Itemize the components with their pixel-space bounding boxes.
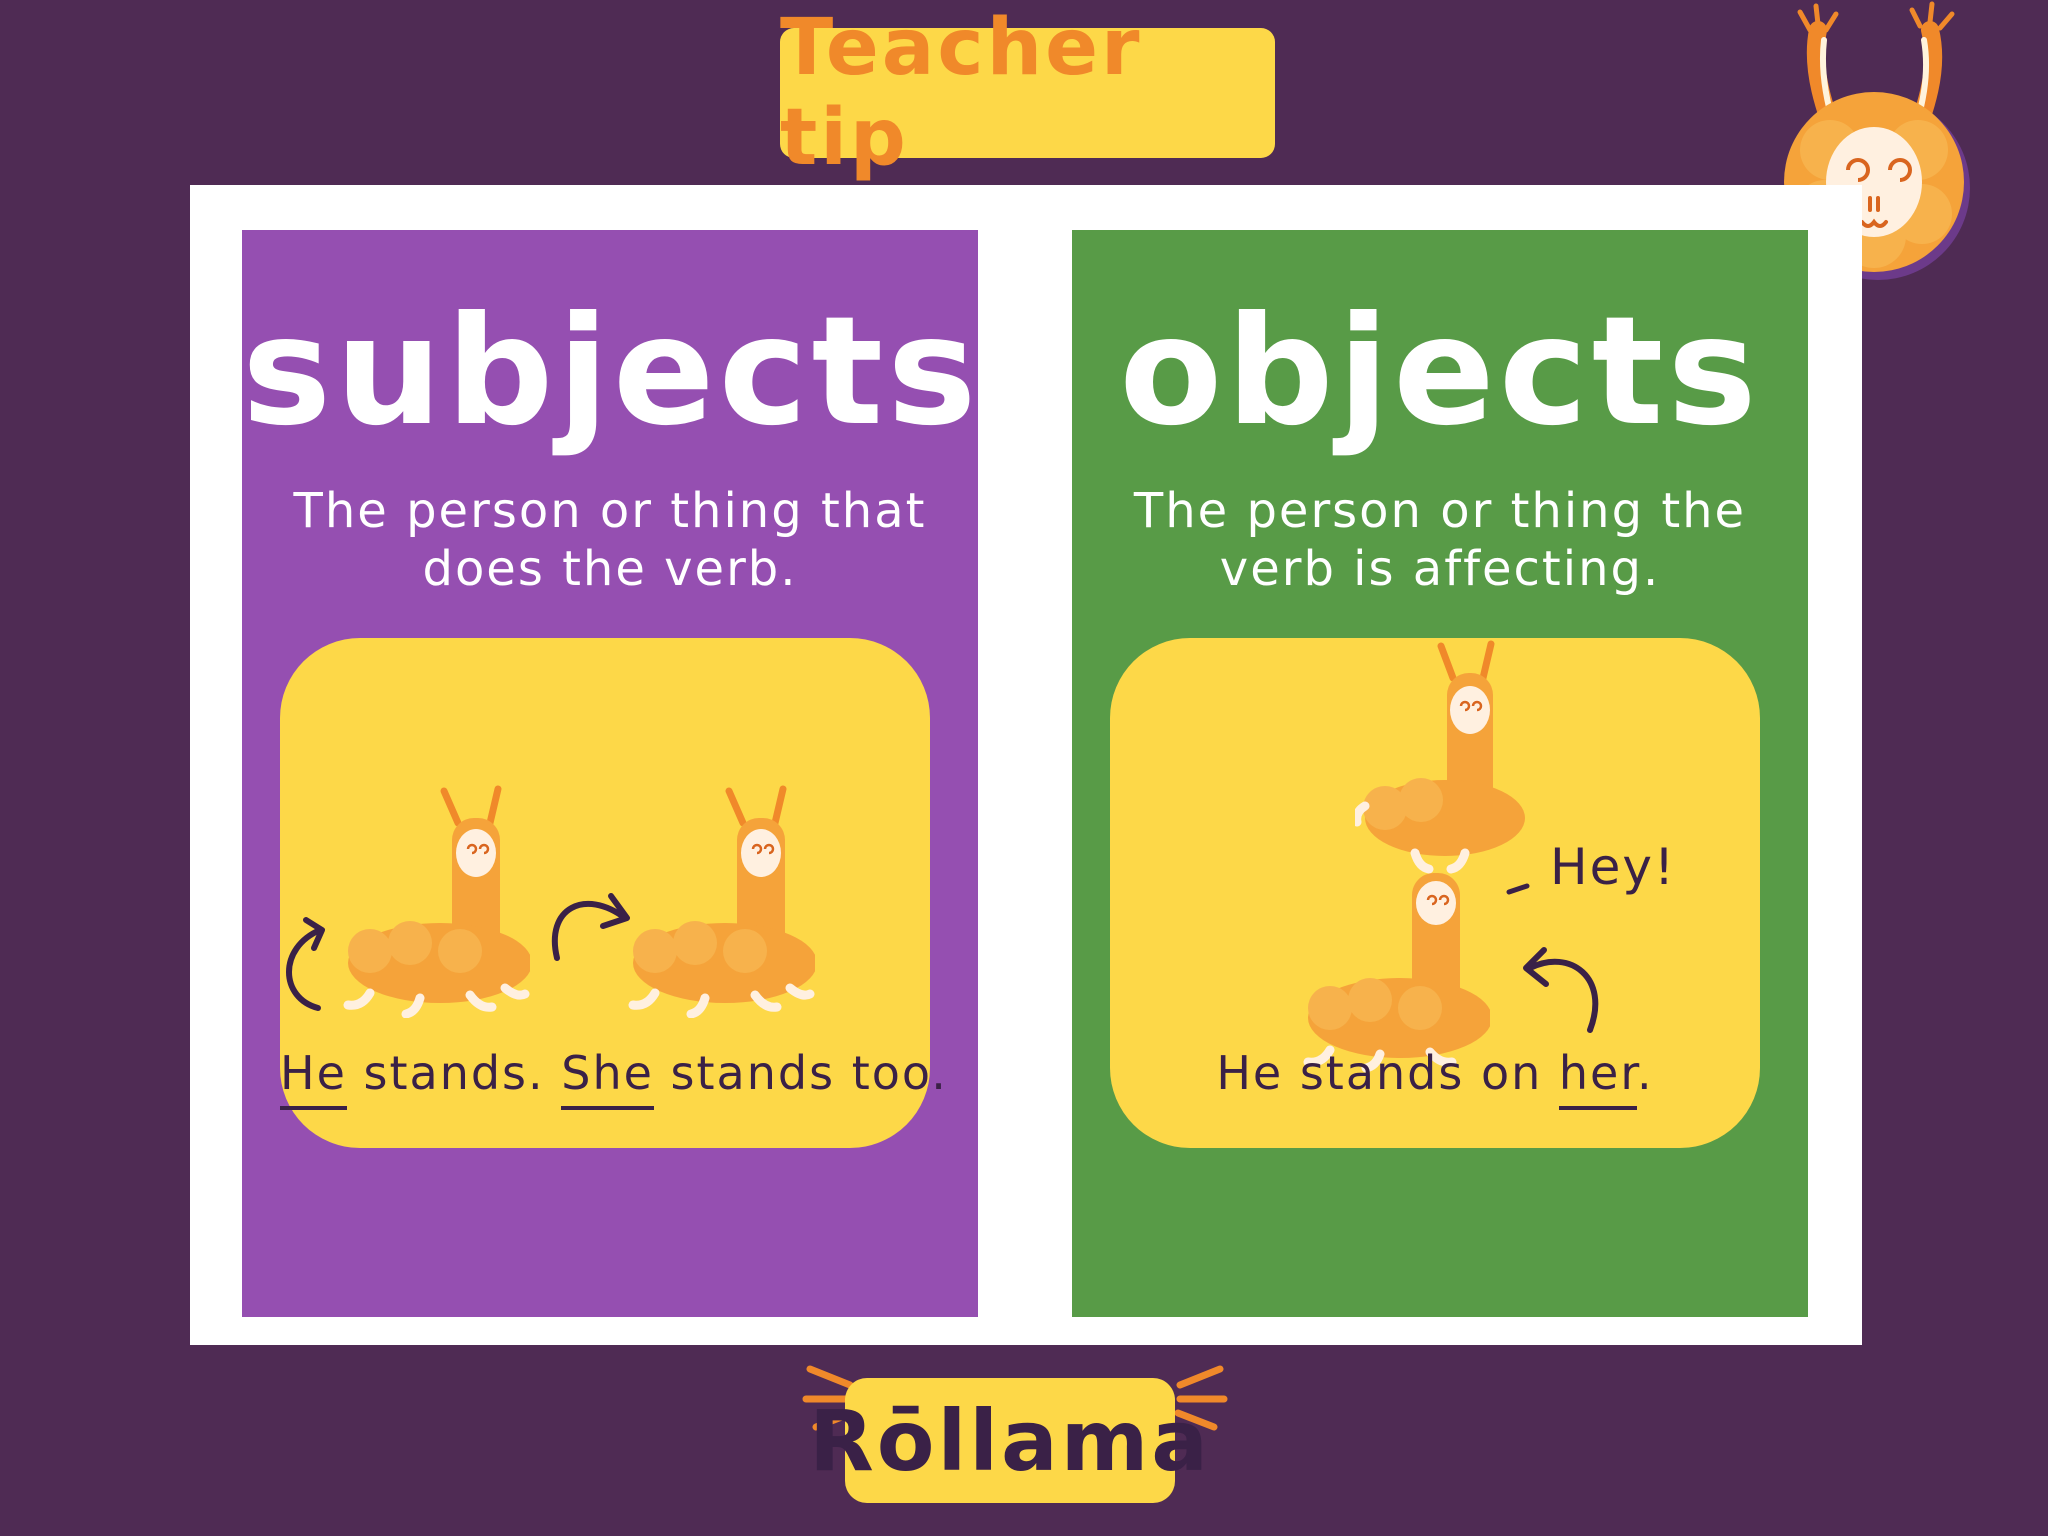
objects-title: objects (1119, 285, 1761, 459)
llama-illustration-right (628, 785, 815, 1018)
objects-definition-line2: verb is affecting. (1219, 541, 1661, 597)
objects-example-panel: Hey! He stands on her. (1110, 638, 1760, 1148)
llama-illustration-left (343, 785, 530, 1018)
poster-frame: subjects The person or thing that does t… (190, 185, 1862, 1345)
teacher-tip-label: Teacher tip (780, 3, 1275, 183)
teacher-tip-text: Teacher tip (780, 3, 1143, 183)
llama-illustration-bottom (1303, 873, 1490, 1073)
curved-arrow-objects-icon (1523, 947, 1599, 1033)
rollama-logo: Rōllama (809, 1378, 1208, 1503)
subject-word-she: She (561, 1046, 654, 1110)
objects-card: objects The person or thing the verb is … (1072, 230, 1808, 1317)
object-word-her: her (1558, 1046, 1638, 1110)
speech-exclamation: Hey! (1550, 838, 1676, 896)
example-text-period: . (1637, 1046, 1654, 1100)
objects-example-sentence: He stands on her. (1110, 1046, 1760, 1110)
speech-tick-icon (1506, 883, 1530, 895)
subjects-definition-line2: does the verb. (422, 541, 798, 597)
objects-definition-line1: The person or thing the (1133, 483, 1747, 539)
example-text-he-stands-on: He stands on (1216, 1046, 1559, 1100)
example-text-stands: stands. (346, 1046, 562, 1100)
subjects-definition-line1: The person or thing that (293, 483, 927, 539)
brand-name: Rōllama (809, 1391, 1211, 1490)
subjects-title: subjects (242, 285, 981, 459)
subjects-definition: The person or thing that does the verb. (282, 482, 938, 598)
subjects-example-panel: He stands. She stands too. (280, 638, 946, 1148)
curved-arrow-left-icon (286, 917, 325, 1011)
subjects-card: subjects The person or thing that does t… (242, 230, 978, 1317)
example-text-stands-too: stands too. (653, 1046, 948, 1100)
subject-word-he: He (280, 1046, 347, 1110)
subjects-example-sentence: He stands. She stands too. (280, 1046, 946, 1110)
curved-arrow-middle-icon (551, 893, 630, 961)
llama-illustration-top (1355, 640, 1525, 874)
objects-definition: The person or thing the verb is affectin… (1112, 482, 1768, 598)
